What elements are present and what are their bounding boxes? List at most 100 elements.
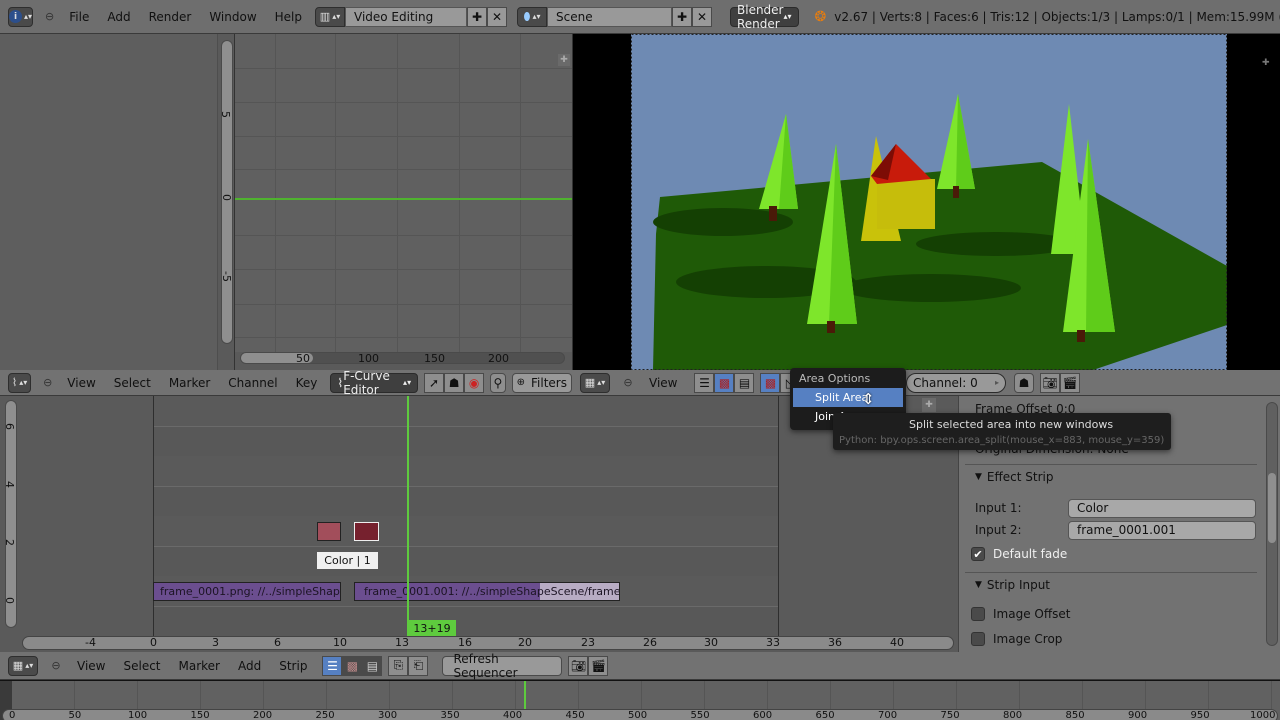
color-strip[interactable]: Color | 1 (317, 552, 378, 569)
view-both-toggle[interactable]: ▤ (734, 372, 755, 393)
render-still-button[interactable]: 📷︎ (1040, 372, 1060, 393)
image-strip-2[interactable]: frame_0001.001: //../simpleShapeScene/fr… (354, 582, 620, 601)
collapse-menu-icon[interactable]: ⊖ (43, 376, 52, 389)
screen-layout-field[interactable]: Video Editing (345, 6, 467, 27)
default-fade-checkbox[interactable]: ✔ (971, 547, 985, 561)
channel-field[interactable]: Channel: 0 ▸ (906, 372, 1006, 393)
graph-editor-icon: ⌇ (11, 376, 18, 389)
search-filter-button[interactable]: ⚲ (490, 372, 506, 393)
delete-screen-button[interactable]: ✕ (487, 6, 507, 27)
image-offset-checkbox[interactable] (971, 607, 985, 621)
menu-add[interactable]: Add (98, 10, 139, 24)
collapse-menu-icon[interactable]: ⊖ (622, 376, 634, 389)
graph-horizontal-scrollbar[interactable] (240, 352, 565, 364)
graph-y-tick: 0 (220, 194, 233, 201)
paste-icon: ⎗ (413, 658, 424, 672)
menu-select[interactable]: Select (114, 659, 169, 673)
menu-help[interactable]: Help (266, 10, 311, 24)
menu-window[interactable]: Window (200, 10, 265, 24)
copy-strips-button[interactable]: ⎘ (388, 655, 409, 676)
menu-render[interactable]: Render (140, 10, 201, 24)
menu-view[interactable]: View (68, 659, 114, 673)
menu-view[interactable]: View (58, 376, 104, 390)
menu-select[interactable]: Select (105, 376, 160, 390)
current-frame-indicator[interactable]: 13+19 (408, 620, 456, 636)
image-crop-row[interactable]: Image Crop (959, 628, 1062, 650)
add-region-button[interactable]: ✚ (1262, 58, 1272, 68)
menu-key[interactable]: Key (287, 376, 327, 390)
camera-icon: 📷︎ (570, 658, 587, 673)
show-overexposed-toggle[interactable]: ☗ (1014, 372, 1034, 393)
editor-type-sequencer-button[interactable]: ▦ ▴▾ (8, 655, 38, 676)
view-sequencer-toggle[interactable]: ☰ (694, 372, 715, 393)
image-offset-row[interactable]: Image Offset (959, 603, 1070, 625)
menu-channel[interactable]: Channel (219, 376, 286, 390)
view-preview-toggle[interactable]: ▩ (342, 655, 363, 676)
disclosure-triangle-icon: ▼ (975, 471, 982, 482)
view-sequencer-toggle[interactable]: ☰ (322, 655, 343, 676)
graph-canvas[interactable]: ✚ (235, 34, 572, 352)
seq-x-tick: 33 (766, 636, 780, 649)
add-screen-button[interactable]: ✚ (467, 6, 487, 27)
color-strip-handle-left[interactable] (317, 522, 341, 541)
render-still-button[interactable]: 📷︎ (568, 655, 589, 676)
show-hidden-toggle[interactable]: ☗ (444, 372, 465, 393)
image-strip-1[interactable]: frame_0001.png: //../simpleShapeS (153, 582, 341, 601)
strip-input-panel-header[interactable]: ▼ Strip Input (965, 572, 1257, 596)
timeline-area[interactable]: 0 50 100 150 200 250 300 350 400 450 500 550 600 650 7… (0, 680, 1280, 720)
seq-x-tick: 23 (581, 636, 595, 649)
sequencer-preview-area[interactable]: ✚ (572, 34, 1280, 370)
graph-mode-dropdown[interactable]: ⌇ F-Curve Editor ▴▾ (330, 369, 419, 397)
menu-file[interactable]: File (60, 10, 98, 24)
fcurve-line[interactable] (235, 198, 572, 200)
menu-add[interactable]: Add (229, 659, 270, 673)
effect-strip-panel-header[interactable]: ▼ Effect Strip (965, 464, 1257, 488)
input1-field[interactable]: Color (1068, 498, 1256, 518)
paste-strips-button[interactable]: ⎗ (408, 655, 429, 676)
graph-editor-area[interactable]: ✚ 5 0 -5 50 100 150 200 (0, 34, 572, 370)
playhead-line[interactable] (407, 396, 409, 636)
editor-type-info-button[interactable]: i ▴▾ (8, 6, 34, 27)
timeline-playhead[interactable] (524, 681, 526, 709)
render-animation-button[interactable]: 🎬︎ (1060, 372, 1080, 393)
only-errors-toggle[interactable]: ◉ (464, 372, 485, 393)
timeline-tick: 900 (1128, 710, 1148, 720)
filters-button[interactable]: ⊕ Filters (511, 372, 572, 393)
color-strip-handle-right[interactable] (354, 522, 379, 541)
refresh-sequencer-button[interactable]: Refresh Sequencer (442, 652, 563, 680)
menu-strip[interactable]: Strip (270, 659, 316, 673)
view-both-toggle[interactable]: ▤ (362, 655, 383, 676)
add-scene-button[interactable]: ✚ (672, 6, 692, 27)
add-region-button[interactable]: ✚ (922, 398, 936, 412)
delete-scene-button[interactable]: ✕ (692, 6, 712, 27)
scene-icon-button[interactable]: ⬮ ▴▾ (517, 6, 547, 27)
view-preview-toggle[interactable]: ▩ (714, 372, 735, 393)
screen-layout-icon-button[interactable]: ▥ ▴▾ (315, 6, 345, 27)
properties-scrollbar[interactable] (1266, 402, 1278, 646)
collapse-menu-icon[interactable]: ⊖ (45, 10, 54, 23)
image-crop-checkbox[interactable] (971, 632, 985, 646)
color-strip-label: Color | 1 (324, 554, 371, 567)
render-engine-dropdown[interactable]: Blender Render ▴▾ (730, 3, 799, 31)
menu-view[interactable]: View (640, 376, 686, 390)
render-animation-button[interactable]: 🎬︎ (588, 655, 609, 676)
menu-marker[interactable]: Marker (170, 659, 229, 673)
scene-icon: ⬮ (523, 9, 531, 23)
add-region-button[interactable]: ✚ (558, 54, 570, 66)
editor-type-sequencer-button[interactable]: ▦ ▴▾ (580, 372, 610, 393)
timeline-tick: 300 (378, 710, 398, 720)
menu-item-split-area[interactable]: Split Area (793, 388, 903, 407)
input2-field[interactable]: frame_0001.001 (1068, 520, 1256, 540)
menu-marker[interactable]: Marker (160, 376, 219, 390)
collapse-menu-icon[interactable]: ⊖ (50, 659, 62, 672)
graph-vertical-scrollbar[interactable] (221, 40, 233, 344)
only-selected-toggle[interactable]: ➚ (424, 372, 445, 393)
render-engine-label: Blender Render (737, 2, 784, 31)
sequencer-vertical-scrollbar[interactable] (5, 400, 17, 628)
display-image-toggle[interactable]: ▩ (760, 372, 781, 393)
seq-y-tick: 0 (3, 597, 16, 604)
default-fade-row[interactable]: ✔ Default fade (959, 543, 1067, 565)
sequencer-area[interactable]: 6 4 2 0 Color | 1 frame_0001.png: //../s… (0, 396, 958, 652)
scene-field[interactable]: Scene (547, 6, 672, 27)
editor-type-graph-button[interactable]: ⌇ ▴▾ (8, 372, 32, 393)
